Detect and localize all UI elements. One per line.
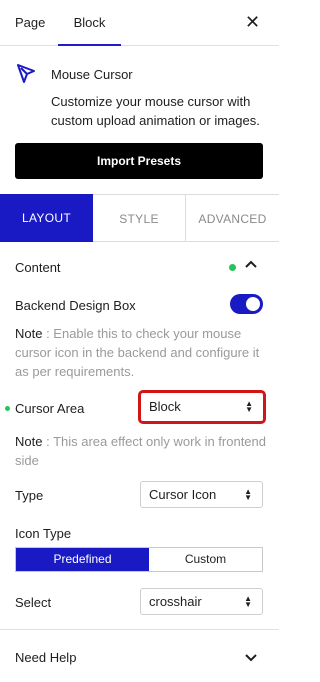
backend-design-box-note: Note : Enable this to check your mouse c… (15, 324, 267, 381)
status-dot (229, 264, 236, 271)
icon-type-label: Icon Type (15, 526, 72, 541)
cursor-area-value: Block (149, 399, 181, 414)
block-title: Mouse Cursor (51, 67, 133, 82)
note-label: Note (15, 326, 43, 341)
icon-type-predefined[interactable]: Predefined (16, 548, 149, 571)
cursor-area-select[interactable]: Block ▲ ▼ (138, 390, 266, 424)
content-section-title[interactable]: Content (15, 260, 61, 275)
cursor-style-select[interactable]: crosshair ▲ ▼ (140, 588, 263, 615)
cursor-area-note: Note : This area effect only work in fro… (15, 432, 267, 470)
icon-type-custom[interactable]: Custom (149, 548, 262, 571)
note-text: : Enable this to check your mouse cursor… (15, 326, 260, 379)
note-text: : This area effect only work in frontend… (15, 434, 266, 468)
cursor-style-value: crosshair (149, 594, 202, 609)
backend-design-box-label: Backend Design Box (15, 298, 136, 313)
sidebar-top-tabs: Page Block ✕ (0, 0, 279, 46)
select-arrows-icon: ▲ ▼ (244, 593, 252, 609)
tab-page[interactable]: Page (15, 15, 45, 30)
mouse-cursor-block-icon (17, 64, 35, 83)
tab-advanced[interactable]: ADVANCED (186, 194, 279, 242)
tab-style[interactable]: STYLE (93, 194, 186, 242)
chevron-up-icon[interactable] (244, 258, 258, 272)
select-arrows-icon: ▲ ▼ (245, 399, 253, 414)
block-description: Customize your mouse cursor with custom … (51, 94, 260, 128)
cursor-area-label: Cursor Area (15, 401, 85, 416)
toggle-knob (246, 297, 260, 311)
icon-type-segmented-control: Predefined Custom (15, 547, 263, 572)
need-help-title[interactable]: Need Help (15, 650, 76, 665)
chevron-down-icon[interactable] (244, 650, 258, 664)
settings-mode-tabs: LAYOUT STYLE ADVANCED (0, 194, 279, 242)
tab-layout[interactable]: LAYOUT (0, 194, 93, 242)
type-label: Type (15, 488, 44, 503)
select-label: Select (15, 595, 52, 610)
backend-design-box-toggle[interactable] (230, 294, 263, 314)
note-label: Note (15, 434, 43, 449)
select-arrows-icon: ▲ ▼ (244, 486, 252, 502)
tab-block[interactable]: Block (58, 0, 121, 46)
responsive-indicator-dot (5, 406, 10, 411)
type-select[interactable]: Cursor Icon ▲ ▼ (140, 481, 263, 508)
type-value: Cursor Icon (149, 487, 217, 502)
section-divider (0, 629, 279, 630)
import-presets-button[interactable]: Import Presets (15, 143, 263, 179)
close-icon[interactable]: ✕ (245, 12, 260, 32)
